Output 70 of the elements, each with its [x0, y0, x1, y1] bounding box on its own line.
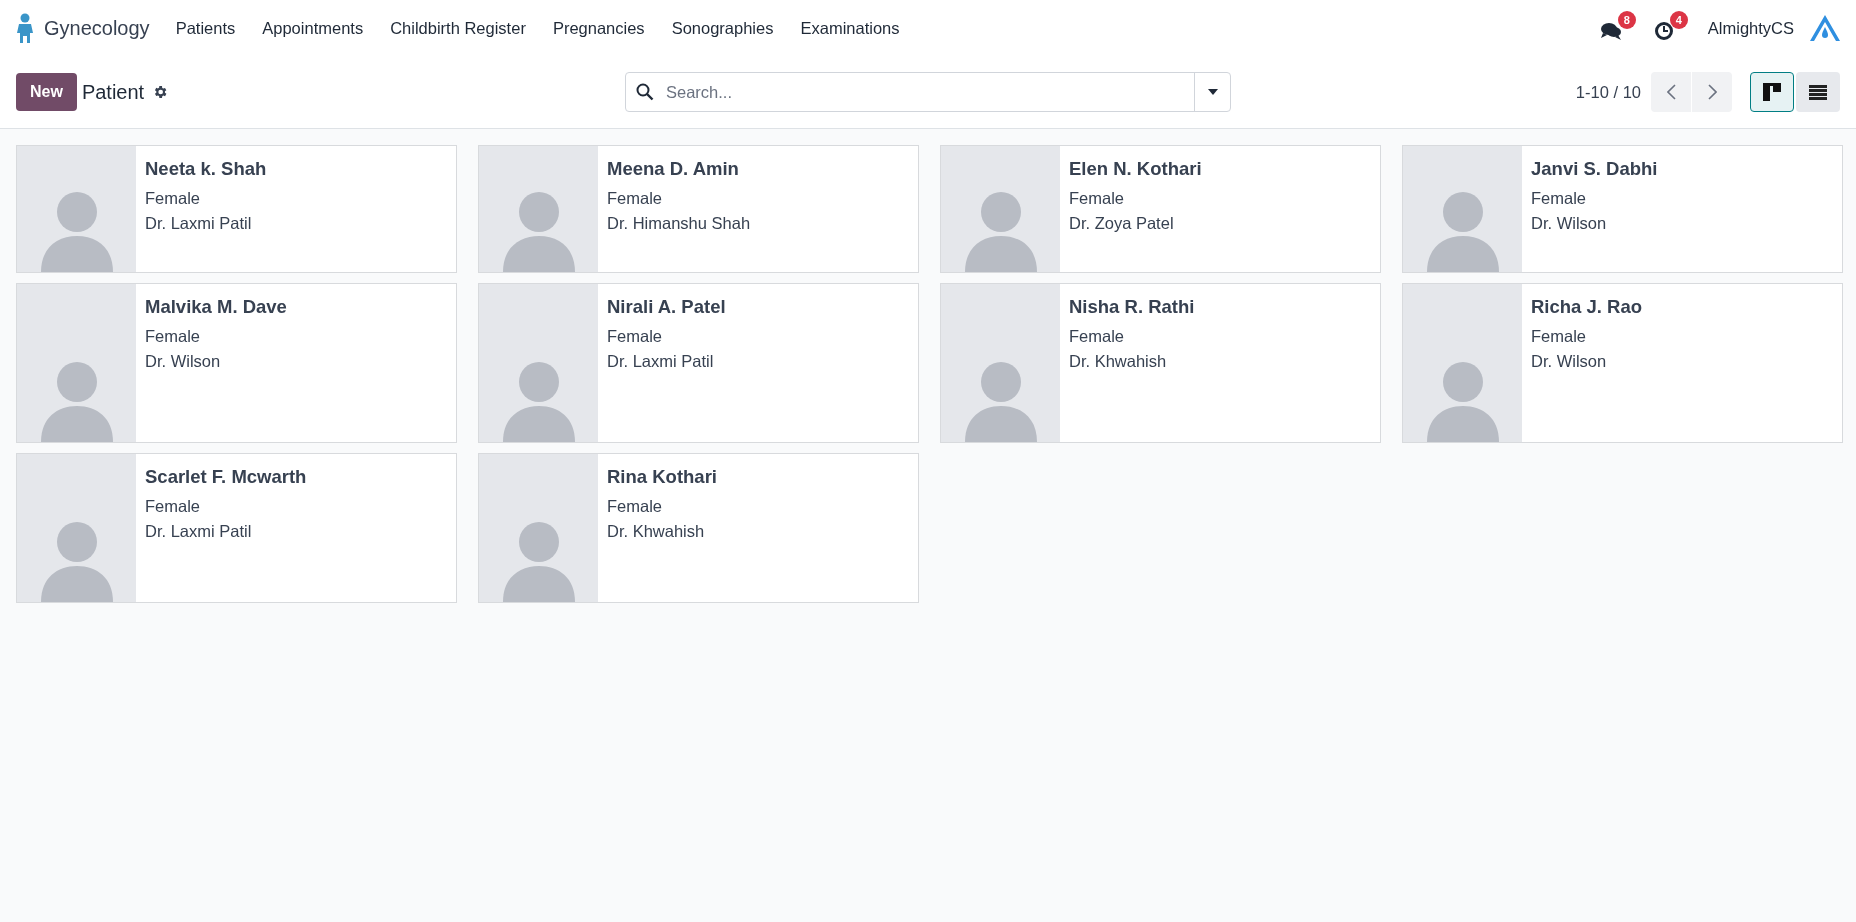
menu-item[interactable]: Patients — [175, 18, 236, 38]
doctor-name: Dr. Wilson — [1531, 352, 1607, 371]
doctor-name: Dr. Laxmi Patil — [145, 214, 252, 233]
patient-name: Richa J. Rao — [1531, 296, 1643, 318]
pager-value[interactable]: 1-10 / 10 — [1575, 82, 1641, 102]
patient-gender: Female — [145, 327, 201, 346]
activities-button[interactable]: 4 — [1649, 11, 1688, 45]
doctor-name: Dr. Himanshu Shah — [607, 214, 751, 233]
page-title: Patient — [81, 80, 145, 104]
messages-button[interactable]: 8 — [1595, 11, 1636, 45]
doctor-name: Dr. Khwahish — [607, 522, 705, 541]
chevron-left-icon — [1666, 84, 1676, 100]
chevron-right-icon — [1707, 84, 1717, 100]
patient-name: Scarlet F. Mcwarth — [145, 466, 307, 488]
list-view-icon — [1809, 84, 1827, 100]
doctor-name: Dr. Laxmi Patil — [145, 522, 252, 541]
search-bar[interactable]: Search... — [625, 72, 1231, 112]
doctor-name: Dr. Zoya Patel — [1069, 214, 1174, 233]
patient-name: Rina Kothari — [607, 466, 717, 488]
menu-item[interactable]: Pregnancies — [552, 18, 645, 38]
gear-icon[interactable] — [152, 84, 169, 100]
patient-card[interactable]: Malvika M. Dave Female Dr. Wilson — [16, 283, 457, 443]
menu-item[interactable]: Examinations — [800, 18, 900, 38]
patient-gender: Female — [1531, 189, 1587, 208]
patient-card[interactable]: Meena D. Amin Female Dr. Himanshu Shah — [478, 145, 919, 273]
caret-icon — [1207, 89, 1218, 95]
patient-card[interactable]: Nisha R. Rathi Female Dr. Khwahish — [940, 283, 1381, 443]
kanban-view-button[interactable] — [1750, 72, 1794, 112]
patient-gender: Female — [607, 327, 663, 346]
message-count-badge: 8 — [1617, 11, 1636, 29]
company-logo-icon[interactable] — [1810, 15, 1840, 41]
patient-name: Nisha R. Rathi — [1069, 296, 1195, 318]
patient-card[interactable]: Scarlet F. Mcwarth Female Dr. Laxmi Patil — [16, 453, 457, 603]
menu-item[interactable]: Childbirth Register — [390, 18, 526, 38]
patient-gender: Female — [1069, 189, 1125, 208]
patient-gender: Female — [1069, 327, 1125, 346]
kanban-view-icon — [1763, 83, 1781, 101]
patient-card[interactable]: Elen N. Kothari Female Dr. Zoya Patel — [940, 145, 1381, 273]
patient-card[interactable]: Richa J. Rao Female Dr. Wilson — [1402, 283, 1843, 443]
patient-name: Elen N. Kothari — [1069, 158, 1202, 180]
patient-card[interactable]: Nirali A. Patel Female Dr. Laxmi Patil — [478, 283, 919, 443]
patient-gender: Female — [607, 497, 663, 516]
new-button[interactable]: New — [16, 73, 77, 111]
patient-name: Neeta k. Shah — [145, 158, 267, 180]
patient-name: Malvika M. Dave — [145, 296, 287, 318]
patient-gender: Female — [145, 189, 201, 208]
doctor-name: Dr. Khwahish — [1069, 352, 1167, 371]
company-name[interactable]: AlmightyCS — [1707, 18, 1794, 38]
patient-name: Janvi S. Dabhi — [1531, 158, 1658, 180]
clock-icon — [1653, 21, 1674, 41]
person-logo-icon — [16, 13, 34, 43]
doctor-name: Dr. Wilson — [145, 352, 221, 371]
list-view-button[interactable] — [1796, 72, 1840, 112]
patient-name: Nirali A. Patel — [607, 296, 726, 318]
patient-gender: Female — [145, 497, 201, 516]
doctor-name: Dr. Laxmi Patil — [607, 352, 714, 371]
doctor-name: Dr. Wilson — [1531, 214, 1607, 233]
search-field[interactable]: Search... — [664, 81, 1194, 103]
chat-icon — [1599, 21, 1622, 41]
patient-card[interactable]: Janvi S. Dabhi Female Dr. Wilson — [1402, 145, 1843, 273]
patient-card[interactable]: Rina Kothari Female Dr. Khwahish — [478, 453, 919, 603]
patient-card[interactable]: Neeta k. Shah Female Dr. Laxmi Patil — [16, 145, 457, 273]
search-icon — [636, 83, 654, 101]
patient-name: Meena D. Amin — [607, 158, 739, 180]
app-name[interactable]: Gynecology — [44, 16, 150, 40]
activity-count-badge: 4 — [1669, 11, 1688, 29]
menu-item[interactable]: Sonographies — [671, 18, 774, 38]
menu-item[interactable]: Appointments — [262, 18, 364, 38]
patient-gender: Female — [1531, 327, 1587, 346]
patient-gender: Female — [607, 189, 663, 208]
